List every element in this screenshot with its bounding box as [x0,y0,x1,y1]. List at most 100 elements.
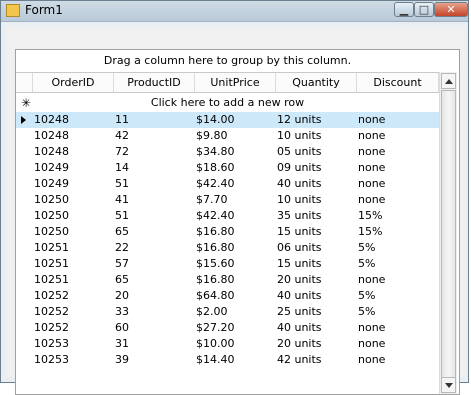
cell-unitprice[interactable]: $27.20 [196,320,235,336]
cell-orderid[interactable]: 10251 [34,240,69,256]
column-header-productid[interactable]: ProductID [114,73,195,92]
vertical-scrollbar[interactable] [439,72,457,394]
cell-orderid[interactable]: 10249 [34,176,69,192]
table-row[interactable]: 10248 72 $34.80 05 units none [16,144,439,160]
table-row[interactable]: 10253 39 $14.40 42 units none [16,352,439,368]
cell-productid[interactable]: 11 [115,112,129,128]
close-button[interactable]: ✕ [434,2,468,17]
cell-discount[interactable]: 5% [358,240,375,256]
cell-unitprice[interactable]: $15.60 [196,256,235,272]
cell-discount[interactable]: none [358,144,385,160]
cell-orderid[interactable]: 10248 [34,112,69,128]
cell-unitprice[interactable]: $64.80 [196,288,235,304]
cell-orderid[interactable]: 10248 [34,128,69,144]
cell-productid[interactable]: 14 [115,160,129,176]
cell-unitprice[interactable]: $7.70 [196,192,228,208]
table-row[interactable]: 10249 14 $18.60 09 units none [16,160,439,176]
cell-productid[interactable]: 20 [115,288,129,304]
cell-productid[interactable]: 39 [115,352,129,368]
cell-unitprice[interactable]: $2.00 [196,304,228,320]
title-bar[interactable]: Form1 ▁ □ ✕ [1,1,468,22]
cell-quantity[interactable]: 35 units [277,208,322,224]
cell-quantity[interactable]: 40 units [277,288,322,304]
cell-productid[interactable]: 41 [115,192,129,208]
table-row[interactable]: 10250 41 $7.70 10 units none [16,192,439,208]
cell-quantity[interactable]: 15 units [277,224,322,240]
cell-productid[interactable]: 51 [115,208,129,224]
cell-unitprice[interactable]: $9.80 [196,128,228,144]
cell-quantity[interactable]: 40 units [277,320,322,336]
table-row[interactable]: 10253 31 $10.00 20 units none [16,336,439,352]
cell-productid[interactable]: 65 [115,224,129,240]
cell-quantity[interactable]: 06 units [277,240,322,256]
cell-orderid[interactable]: 10248 [34,144,69,160]
cell-orderid[interactable]: 10249 [34,160,69,176]
table-row[interactable]: 10252 60 $27.20 40 units none [16,320,439,336]
scroll-up-button[interactable] [441,73,456,89]
cell-quantity[interactable]: 15 units [277,256,322,272]
cell-productid[interactable]: 65 [115,272,129,288]
maximize-button[interactable]: □ [414,2,434,17]
table-row[interactable]: 10251 65 $16.80 20 units none [16,272,439,288]
cell-quantity[interactable]: 10 units [277,128,322,144]
cell-orderid[interactable]: 10253 [34,352,69,368]
cell-unitprice[interactable]: $18.60 [196,160,235,176]
table-row[interactable]: 10248 11 $14.00 12 units none [16,112,439,128]
cell-discount[interactable]: none [358,320,385,336]
table-row[interactable]: 10248 42 $9.80 10 units none [16,128,439,144]
table-row[interactable]: 10251 22 $16.80 06 units 5% [16,240,439,256]
column-header-discount[interactable]: Discount [357,73,439,92]
column-header-unitprice[interactable]: UnitPrice [195,73,276,92]
cell-productid[interactable]: 60 [115,320,129,336]
table-row[interactable]: 10251 57 $15.60 15 units 5% [16,256,439,272]
cell-quantity[interactable]: 10 units [277,192,322,208]
cell-unitprice[interactable]: $14.40 [196,352,235,368]
cell-unitprice[interactable]: $14.00 [196,112,235,128]
cell-productid[interactable]: 33 [115,304,129,320]
cell-productid[interactable]: 72 [115,144,129,160]
cell-orderid[interactable]: 10250 [34,224,69,240]
cell-quantity[interactable]: 40 units [277,176,322,192]
cell-quantity[interactable]: 05 units [277,144,322,160]
cell-discount[interactable]: 5% [358,256,375,272]
table-row[interactable]: 10250 51 $42.40 35 units 15% [16,208,439,224]
cell-unitprice[interactable]: $42.40 [196,208,235,224]
cell-unitprice[interactable]: $10.00 [196,336,235,352]
cell-productid[interactable]: 31 [115,336,129,352]
cell-productid[interactable]: 22 [115,240,129,256]
cell-quantity[interactable]: 20 units [277,336,322,352]
cell-discount[interactable]: none [358,192,385,208]
table-row[interactable]: 10252 20 $64.80 40 units 5% [16,288,439,304]
column-header-quantity[interactable]: Quantity [276,73,357,92]
cell-orderid[interactable]: 10250 [34,208,69,224]
table-row[interactable]: 10250 65 $16.80 15 units 15% [16,224,439,240]
cell-discount[interactable]: none [358,176,385,192]
cell-quantity[interactable]: 09 units [277,160,322,176]
cell-unitprice[interactable]: $42.40 [196,176,235,192]
cell-productid[interactable]: 57 [115,256,129,272]
cell-unitprice[interactable]: $16.80 [196,240,235,256]
cell-quantity[interactable]: 20 units [277,272,322,288]
cell-orderid[interactable]: 10252 [34,320,69,336]
minimize-button[interactable]: ▁ [394,2,414,17]
cell-discount[interactable]: 15% [358,208,382,224]
new-row-label[interactable]: Click here to add a new row [16,95,439,111]
cell-productid[interactable]: 51 [115,176,129,192]
new-row[interactable]: ✳ Click here to add a new row [16,95,439,111]
cell-productid[interactable]: 42 [115,128,129,144]
cell-orderid[interactable]: 10252 [34,288,69,304]
scrollbar-thumb[interactable] [441,90,456,382]
column-header-orderid[interactable]: OrderID [33,73,114,92]
cell-discount[interactable]: none [358,112,385,128]
cell-discount[interactable]: none [358,352,385,368]
cell-discount[interactable]: 5% [358,288,375,304]
cell-discount[interactable]: none [358,128,385,144]
cell-unitprice[interactable]: $16.80 [196,224,235,240]
cell-discount[interactable]: 5% [358,304,375,320]
scroll-down-button[interactable] [441,377,456,393]
cell-discount[interactable]: none [358,272,385,288]
cell-quantity[interactable]: 25 units [277,304,322,320]
cell-orderid[interactable]: 10253 [34,336,69,352]
group-panel[interactable]: Drag a column here to group by this colu… [16,50,439,72]
cell-discount[interactable]: none [358,336,385,352]
